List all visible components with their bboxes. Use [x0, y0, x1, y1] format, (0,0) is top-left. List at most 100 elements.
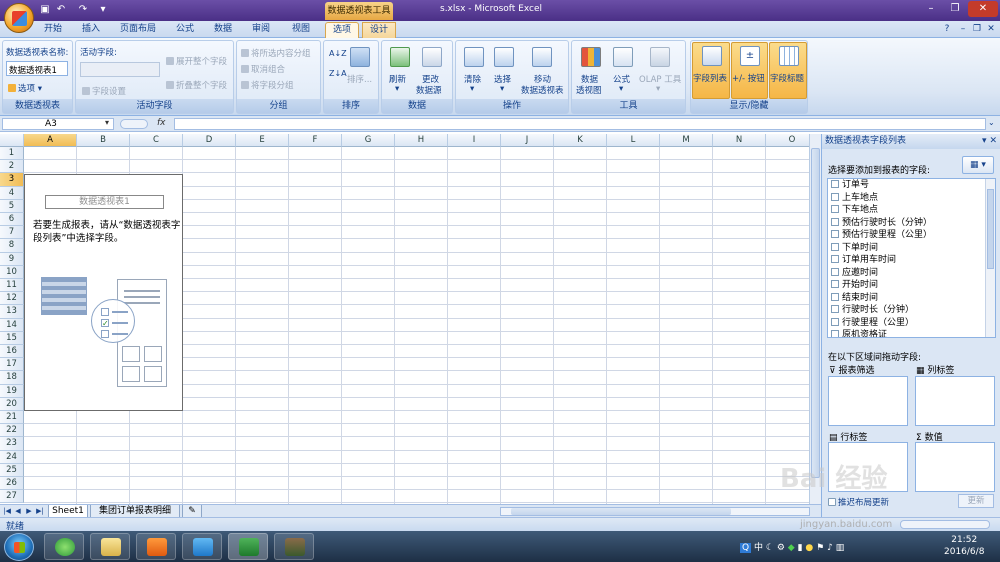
field-item[interactable]: 上车地点 [828, 192, 995, 205]
field-item[interactable]: 应邀时间 [828, 267, 995, 280]
field-checkbox[interactable] [831, 192, 839, 201]
field-list-scroll-thumb[interactable] [987, 189, 994, 269]
field-list-button[interactable]: 字段列表 [692, 42, 730, 99]
row-header-15[interactable]: 15 [0, 331, 24, 345]
select-dropdown-icon[interactable]: ▾ [500, 84, 504, 94]
column-header-e[interactable]: E [236, 134, 289, 147]
column-header-m[interactable]: M [660, 134, 713, 147]
column-header-f[interactable]: F [289, 134, 342, 147]
tab-insert[interactable]: 插入 [74, 22, 108, 38]
active-field-input[interactable] [80, 62, 160, 77]
save-icon[interactable]: ▣ [38, 3, 52, 17]
clear-dropdown-icon[interactable]: ▾ [470, 84, 474, 94]
field-item[interactable]: 订单用车时间 [828, 254, 995, 267]
field-checkbox[interactable] [831, 205, 839, 213]
redo-icon[interactable]: ↷ [76, 3, 90, 17]
worksheet-grid[interactable]: ABCDEFGHIJKLMNO 1 2 3 4 5 6 7 8 9 10 11 12 13 14 15 16 1… [0, 134, 809, 504]
row-header-25[interactable]: 25 [0, 463, 24, 477]
taskbar-app-cloud[interactable] [182, 533, 222, 560]
zoom-slider[interactable] [900, 520, 990, 529]
first-sheet-icon[interactable]: |◀ [3, 506, 11, 517]
collapse-field-button[interactable]: 折叠整个字段 [166, 79, 227, 91]
row-header-11[interactable]: 11 [0, 279, 24, 293]
values-area[interactable] [915, 442, 995, 492]
options-button[interactable]: 选项 ▾ [8, 82, 42, 94]
row-header-3[interactable]: 3 [0, 173, 24, 187]
tab-review[interactable]: 审阅 [244, 22, 278, 38]
column-header-d[interactable]: D [183, 134, 236, 147]
defer-layout-update-checkbox[interactable]: 推迟布局更新 [828, 496, 889, 508]
signal-icon[interactable]: ▥ [836, 543, 845, 553]
row-header-4[interactable]: 4 [0, 186, 24, 200]
close-button[interactable]: ✕ [968, 1, 998, 17]
column-header-b[interactable]: B [77, 134, 130, 147]
field-item[interactable]: 行驶里程（公里） [828, 317, 995, 330]
column-header-k[interactable]: K [554, 134, 607, 147]
shield-icon[interactable]: ◆ [788, 543, 795, 553]
row-header-23[interactable]: 23 [0, 437, 24, 451]
settings-icon[interactable]: ⚙ [777, 543, 785, 553]
group-selection-button[interactable]: 将所选内容分组 [241, 47, 311, 59]
row-header-18[interactable]: 18 [0, 371, 24, 385]
row-header-16[interactable]: 16 [0, 345, 24, 359]
update-button[interactable]: 更新 [958, 494, 994, 508]
volume-icon[interactable]: ♪ [827, 543, 833, 553]
column-header-h[interactable]: H [395, 134, 448, 147]
last-sheet-icon[interactable]: ▶| [36, 506, 44, 517]
field-item[interactable]: 结束时间 [828, 292, 995, 305]
pane-close-icon[interactable]: ✕ [989, 136, 997, 146]
field-checkbox[interactable] [831, 280, 839, 288]
restore-workbook-icon[interactable]: ❐ [970, 22, 984, 38]
row-header-17[interactable]: 17 [0, 358, 24, 372]
minimize-button[interactable]: – [920, 1, 942, 17]
name-box[interactable]: A3 [2, 118, 114, 130]
field-item[interactable]: 行驶时长（分钟） [828, 304, 995, 317]
vertical-scrollbar[interactable] [809, 134, 821, 504]
close-workbook-icon[interactable]: ✕ [984, 22, 998, 38]
field-item[interactable]: 预估行驶里程（公里） [828, 229, 995, 242]
column-header-j[interactable]: J [501, 134, 554, 147]
expand-formula-bar-icon[interactable]: ⌄ [988, 118, 995, 127]
field-item[interactable]: 下单时间 [828, 242, 995, 255]
row-header-19[interactable]: 19 [0, 384, 24, 398]
taskbar-app-player[interactable] [136, 533, 176, 560]
undo-icon[interactable]: ↶ [54, 3, 68, 17]
row-header-22[interactable]: 22 [0, 424, 24, 438]
field-checkbox[interactable] [831, 292, 839, 301]
row-header-10[interactable]: 10 [0, 265, 24, 279]
pivot-chart-line2[interactable]: 透视图 [576, 84, 602, 96]
row-header-12[interactable]: 12 [0, 292, 24, 306]
row-header-20[interactable]: 20 [0, 397, 24, 411]
row-header-8[interactable]: 8 [0, 239, 24, 253]
field-headers-button[interactable]: 字段标题 [769, 42, 807, 99]
tab-home[interactable]: 开始 [36, 22, 70, 38]
sort-descending-icon[interactable]: Z↓A [329, 69, 347, 78]
taskbar-app-360[interactable] [44, 533, 84, 560]
field-checkbox[interactable] [831, 242, 839, 251]
field-item[interactable]: 开始时间 [828, 279, 995, 292]
column-header-n[interactable]: N [713, 134, 766, 147]
column-header-c[interactable]: C [130, 134, 183, 147]
move-pivottable-line2[interactable]: 数据透视表 [521, 84, 564, 96]
field-item[interactable]: 下车地点 [828, 204, 995, 217]
plus-minus-buttons-button[interactable]: ± +/- 按钮 [731, 42, 768, 99]
ime-indicator[interactable]: 中 [754, 543, 763, 553]
vertical-scroll-thumb[interactable] [811, 148, 820, 478]
formulas-dropdown-icon[interactable]: ▾ [619, 84, 623, 94]
row-header-6[interactable]: 6 [0, 213, 24, 227]
security-icon[interactable]: ● [805, 543, 813, 553]
network-icon[interactable]: ▮ [798, 543, 803, 553]
field-settings-button[interactable]: 字段设置 [82, 85, 126, 97]
column-header-a[interactable]: A [24, 134, 77, 147]
group-field-button[interactable]: 将字段分组 [241, 79, 294, 91]
row-header-27[interactable]: 27 [0, 490, 24, 504]
column-labels-area[interactable] [915, 376, 995, 426]
field-checkbox[interactable] [831, 317, 839, 326]
pane-dropdown-icon[interactable]: ▾ [982, 136, 987, 146]
column-header-o[interactable]: O [766, 134, 809, 147]
sort-button[interactable]: 排序... [347, 73, 372, 85]
tab-data[interactable]: 数据 [206, 22, 240, 38]
olap-dropdown-icon[interactable]: ▾ [656, 84, 660, 94]
column-header-l[interactable]: L [607, 134, 660, 147]
row-header-24[interactable]: 24 [0, 450, 24, 464]
